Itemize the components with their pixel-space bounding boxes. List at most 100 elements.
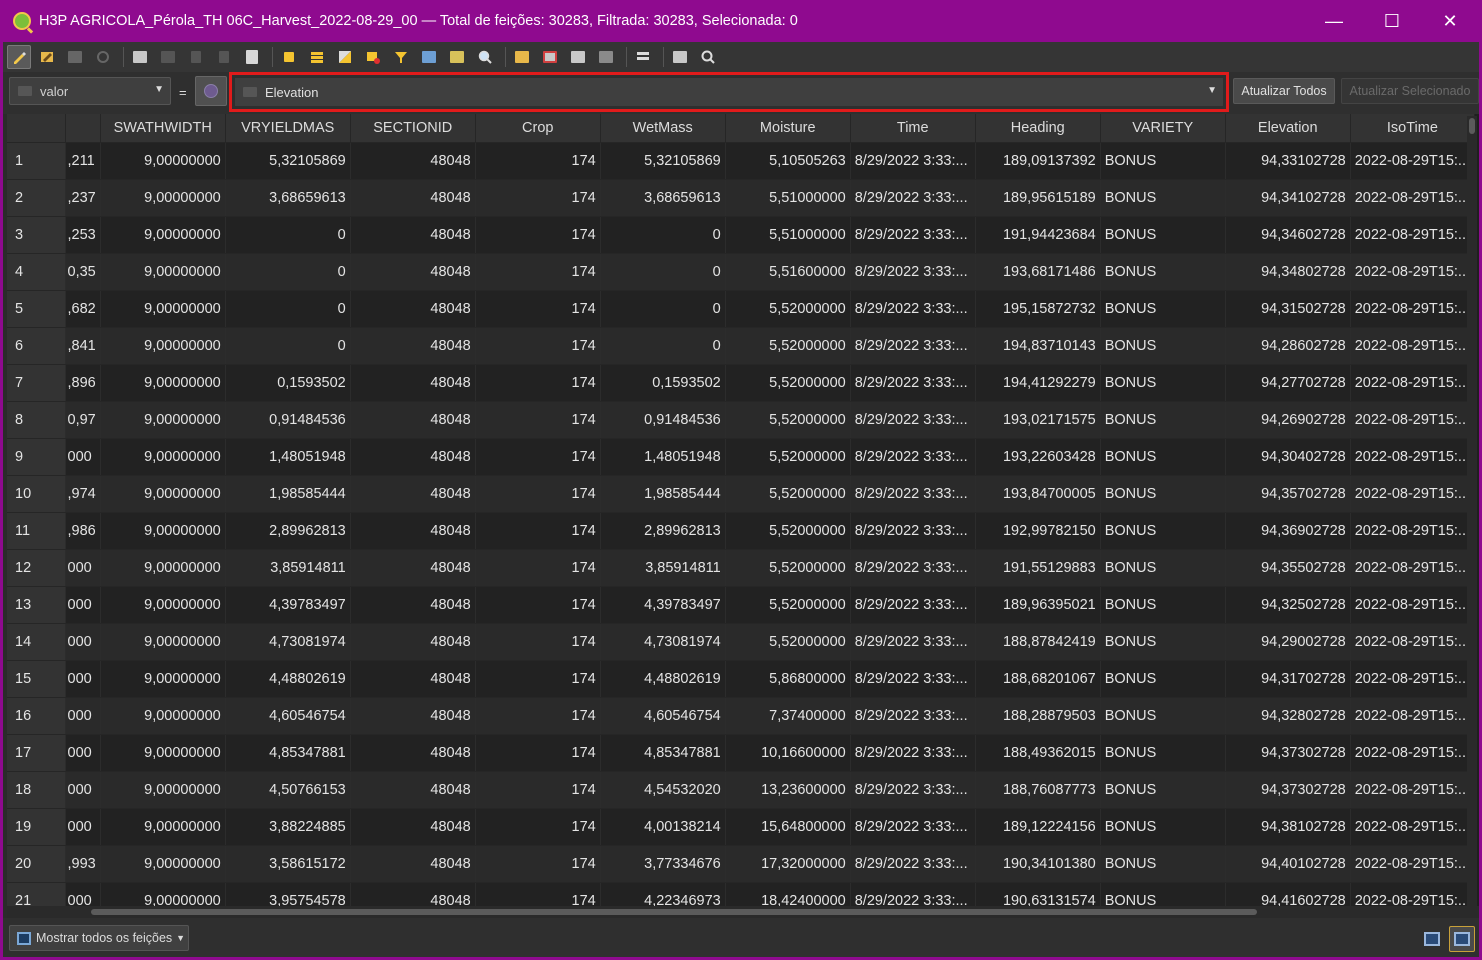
table-cell[interactable]: 94,27702728 <box>1225 364 1351 402</box>
table-cell[interactable]: 174 <box>475 586 601 624</box>
table-cell[interactable]: 9,00000000 <box>100 734 226 772</box>
move-to-top-icon[interactable] <box>417 45 441 69</box>
table-cell[interactable]: 192,99782150 <box>975 512 1101 550</box>
table-row[interactable]: 10,974 9,00000000 1,98585444 48048 174 1,9858… <box>7 475 1476 513</box>
table-cell[interactable]: 8/29/2022 3:33:... <box>850 808 976 846</box>
table-cell[interactable]: 000 <box>65 697 101 735</box>
table-cell[interactable]: 48048 <box>350 771 476 809</box>
row-number[interactable]: 18 <box>7 771 66 809</box>
table-cell[interactable]: 94,33102728 <box>1225 142 1351 180</box>
table-cell[interactable]: 193,84700005 <box>975 475 1101 513</box>
table-cell[interactable]: 188,87842419 <box>975 623 1101 661</box>
table-cell[interactable]: 5,86800000 <box>725 660 851 698</box>
table-cell[interactable]: 4,50766153 <box>225 771 351 809</box>
table-cell[interactable]: 8/29/2022 3:33:... <box>850 660 976 698</box>
table-cell[interactable]: 8/29/2022 3:33:... <box>850 845 976 883</box>
table-cell[interactable]: 174 <box>475 290 601 328</box>
table-cell[interactable]: 48048 <box>350 512 476 550</box>
table-cell[interactable]: 48048 <box>350 734 476 772</box>
table-row[interactable]: 3,253 9,00000000 0 48048 174 0 5,51000000 8/29/… <box>7 216 1476 254</box>
table-cell[interactable]: 48048 <box>350 401 476 439</box>
row-number[interactable]: 17 <box>7 734 66 772</box>
table-cell[interactable]: 189,09137392 <box>975 142 1101 180</box>
copy-icon[interactable] <box>212 45 236 69</box>
table-cell[interactable]: 9,00000000 <box>100 290 226 328</box>
table-cell[interactable]: 2022-08-29T15:... <box>1350 401 1476 439</box>
table-cell[interactable]: 4,85347881 <box>600 734 726 772</box>
table-cell[interactable]: 94,34102728 <box>1225 179 1351 217</box>
table-cell[interactable]: 1,48051948 <box>225 438 351 476</box>
table-cell[interactable]: 4,48802619 <box>600 660 726 698</box>
table-cell[interactable]: BONUS <box>1100 216 1226 254</box>
table-cell[interactable]: 188,76087773 <box>975 771 1101 809</box>
table-cell[interactable]: 0,91484536 <box>600 401 726 439</box>
table-cell[interactable]: 9,00000000 <box>100 438 226 476</box>
multi-edit-icon[interactable] <box>35 45 59 69</box>
table-cell[interactable]: 9,00000000 <box>100 142 226 180</box>
table-cell[interactable]: 174 <box>475 697 601 735</box>
field-selector[interactable]: valor ▼ <box>9 77 171 105</box>
table-row[interactable]: 7,896 9,00000000 0,1593502 48048 174 0,159350… <box>7 364 1476 402</box>
reload-icon[interactable] <box>91 45 115 69</box>
table-cell[interactable]: 000 <box>65 586 101 624</box>
table-cell[interactable]: 94,38102728 <box>1225 808 1351 846</box>
row-number[interactable]: 13 <box>7 586 66 624</box>
table-cell[interactable]: 2022-08-29T15:... <box>1350 438 1476 476</box>
table-cell[interactable]: 5,52000000 <box>725 364 851 402</box>
table-cell[interactable]: 174 <box>475 549 601 587</box>
table-cell[interactable]: 174 <box>475 475 601 513</box>
table-row[interactable]: 15 000 9,00000000 4,48802619 48048 174 4,48802… <box>7 660 1476 698</box>
table-cell[interactable]: 8/29/2022 3:33:... <box>850 734 976 772</box>
table-cell[interactable]: 5,52000000 <box>725 290 851 328</box>
invert-selection-icon[interactable] <box>333 45 357 69</box>
table-cell[interactable]: 2022-08-29T15:... <box>1350 660 1476 698</box>
table-cell[interactable]: ,993 <box>65 845 101 883</box>
table-row[interactable]: 14 000 9,00000000 4,73081974 48048 174 4,73081… <box>7 623 1476 661</box>
table-cell[interactable]: BONUS <box>1100 290 1226 328</box>
table-cell[interactable]: 94,37302728 <box>1225 734 1351 772</box>
table-row[interactable]: 12 000 9,00000000 3,85914811 48048 174 3,85914… <box>7 549 1476 587</box>
table-cell[interactable]: BONUS <box>1100 512 1226 550</box>
table-cell[interactable]: BONUS <box>1100 845 1226 883</box>
table-cell[interactable]: 9,00000000 <box>100 179 226 217</box>
table-cell[interactable]: 174 <box>475 216 601 254</box>
row-number[interactable]: 20 <box>7 845 66 883</box>
table-cell[interactable]: ,841 <box>65 327 101 365</box>
add-feature-icon[interactable] <box>128 45 152 69</box>
table-cell[interactable]: 2022-08-29T15:... <box>1350 179 1476 217</box>
table-cell[interactable]: 94,32802728 <box>1225 697 1351 735</box>
table-cell[interactable]: 3,85914811 <box>225 549 351 587</box>
table-cell[interactable]: 94,35502728 <box>1225 549 1351 587</box>
table-cell[interactable]: 48048 <box>350 290 476 328</box>
table-cell[interactable]: 0 <box>225 327 351 365</box>
zoom-to-selection-icon[interactable] <box>473 45 497 69</box>
table-cell[interactable]: 188,68201067 <box>975 660 1101 698</box>
table-cell[interactable]: 94,29002728 <box>1225 623 1351 661</box>
table-cell[interactable]: 000 <box>65 660 101 698</box>
table-cell[interactable]: 000 <box>65 734 101 772</box>
table-cell[interactable]: 8/29/2022 3:33:... <box>850 512 976 550</box>
table-cell[interactable]: 13,23600000 <box>725 771 851 809</box>
table-cell[interactable]: 5,32105869 <box>600 142 726 180</box>
table-cell[interactable]: 94,26902728 <box>1225 401 1351 439</box>
table-cell[interactable]: BONUS <box>1100 808 1226 846</box>
table-cell[interactable]: 3,58615172 <box>225 845 351 883</box>
table-row[interactable]: 16 000 9,00000000 4,60546754 48048 174 4,60546… <box>7 697 1476 735</box>
form-view-icon[interactable] <box>1419 926 1445 952</box>
table-cell[interactable]: 17,32000000 <box>725 845 851 883</box>
table-cell[interactable]: 000 <box>65 438 101 476</box>
table-cell[interactable]: 191,94423684 <box>975 216 1101 254</box>
table-cell[interactable]: 174 <box>475 512 601 550</box>
table-cell[interactable]: 1,48051948 <box>600 438 726 476</box>
pan-to-selection-icon[interactable] <box>445 45 469 69</box>
table-cell[interactable]: 0 <box>600 327 726 365</box>
table-cell[interactable]: 4,39783497 <box>600 586 726 624</box>
corner-header[interactable] <box>7 114 66 143</box>
dock-icon[interactable] <box>668 45 692 69</box>
table-cell[interactable]: ,237 <box>65 179 101 217</box>
table-cell[interactable]: 194,83710143 <box>975 327 1101 365</box>
table-row[interactable]: 19 000 9,00000000 3,88224885 48048 174 4,00138… <box>7 808 1476 846</box>
table-cell[interactable]: 5,52000000 <box>725 438 851 476</box>
column-header[interactable]: Moisture <box>725 114 851 143</box>
table-cell[interactable]: 8/29/2022 3:33:... <box>850 623 976 661</box>
